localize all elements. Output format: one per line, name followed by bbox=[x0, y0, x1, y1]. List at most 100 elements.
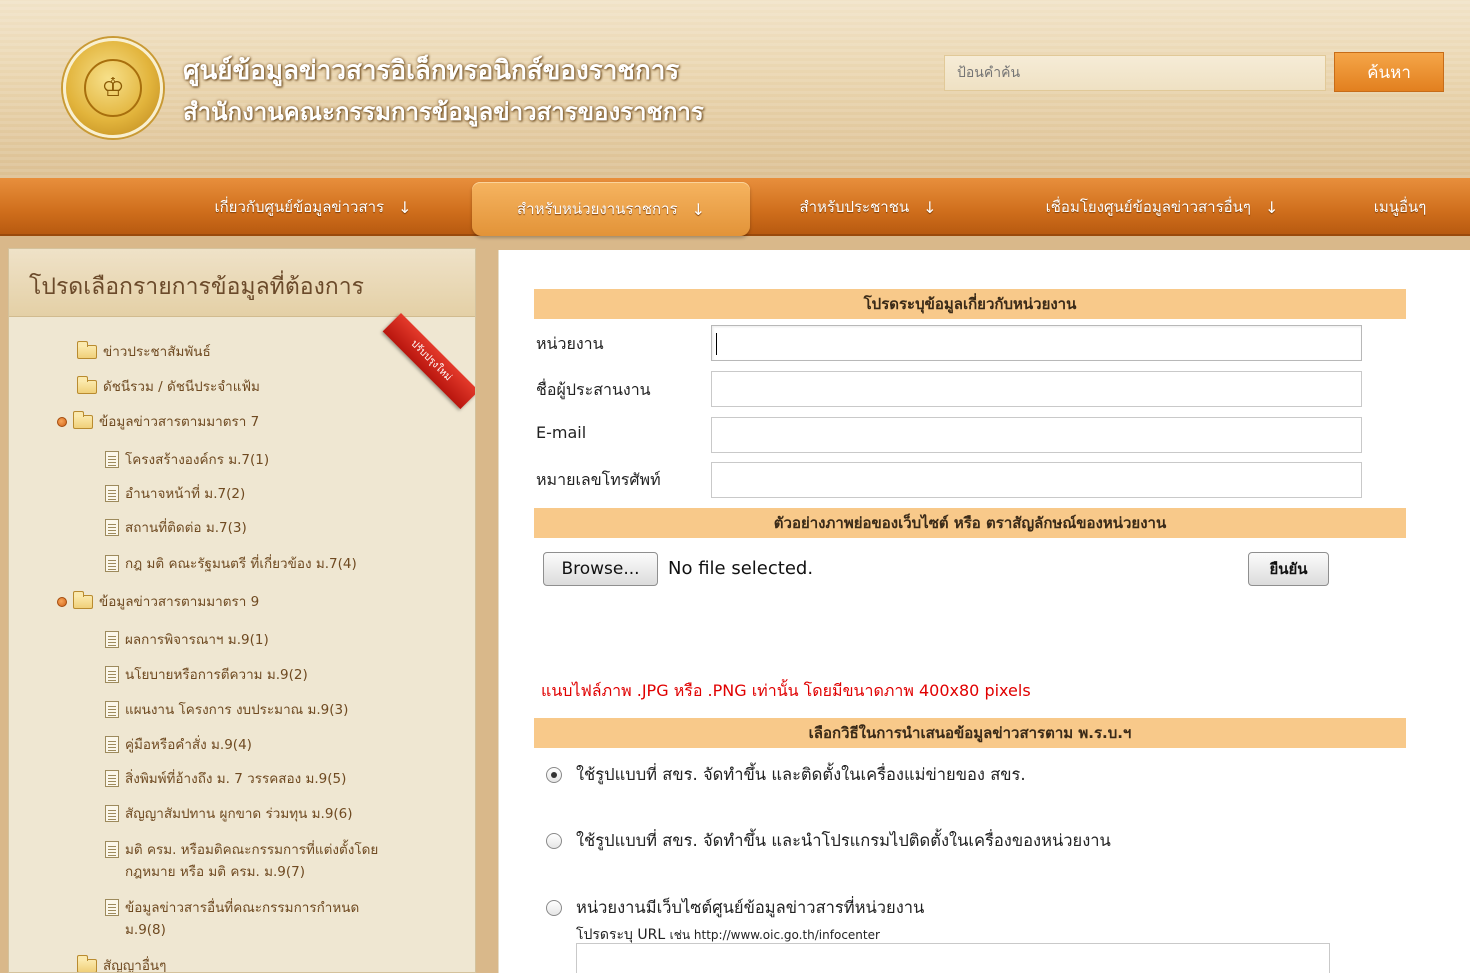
sidebar-item-label: ข้อมูลข่าวสารตามมาตรา 9 bbox=[99, 594, 260, 610]
section-logo-thumbnail: ตัวอย่างภาพย่อของเว็บไซต์ หรือ ตราสัญลัก… bbox=[534, 508, 1406, 538]
sidebar-item-9-2[interactable]: นโยบายหรือการตีความ ม.9(2) bbox=[105, 664, 308, 686]
sidebar-header: โปรดเลือกรายการข้อมูลที่ต้องการ bbox=[9, 249, 475, 317]
nav-item-about[interactable]: เกี่ยวกับศูนย์ข้อมูลข่าวสาร ↓ bbox=[168, 178, 458, 236]
sidebar-item-label: มติ ครม. หรือมติคณะกรรมการที่แต่งตั้งโดย bbox=[125, 842, 379, 858]
option-label: ใช้รูปแบบที่ สขร. จัดทำขึ้น และนำโปรแกรม… bbox=[576, 831, 1111, 850]
sidebar-item-9-1[interactable]: ผลการพิจารณาฯ ม.9(1) bbox=[105, 629, 269, 651]
option-install-at-agency[interactable]: ใช้รูปแบบที่ สขร. จัดทำขึ้น และนำโปรแกรม… bbox=[546, 828, 1111, 854]
section-presentation-method: เลือกวิธีในการนำเสนอข้อมูลข่าวสารตาม พ.ร… bbox=[534, 718, 1406, 748]
expand-bullet-icon bbox=[57, 417, 67, 427]
agency-input[interactable] bbox=[711, 325, 1362, 361]
sidebar-item-other-contracts[interactable]: สัญญาอื่นๆ bbox=[77, 955, 166, 972]
site-subtitle: สำนักงานคณะกรรมการข้อมูลข่าวสารของราชการ bbox=[183, 98, 704, 126]
confirm-button[interactable]: ยืนยัน bbox=[1248, 552, 1329, 586]
sidebar-item-label: กฎ มติ คณะรัฐมนตรี ที่เกี่ยวข้อง ม.7(4) bbox=[125, 556, 357, 572]
file-status-text: No file selected. bbox=[668, 558, 814, 579]
nav-item-label: เกี่ยวกับศูนย์ข้อมูลข่าวสาร bbox=[214, 198, 385, 216]
option-label: ใช้รูปแบบที่ สขร. จัดทำขึ้น และติดตั้งใน… bbox=[576, 765, 1026, 784]
folder-open-icon bbox=[77, 341, 97, 359]
folder-open-icon bbox=[77, 376, 97, 394]
sidebar-item-9-3[interactable]: แผนงาน โครงการ งบประมาณ ม.9(3) bbox=[105, 699, 348, 721]
image-requirement-note: แนบไฟล์ภาพ .JPG หรือ .PNG เท่านั้น โดยมี… bbox=[541, 681, 1031, 700]
sidebar-item-label: สัญญาสัมปทาน ผูกขาด ร่วมทุน ม.9(6) bbox=[125, 806, 353, 822]
document-icon bbox=[105, 701, 119, 718]
document-icon bbox=[105, 631, 119, 648]
document-icon bbox=[105, 485, 119, 502]
option-own-website[interactable]: หน่วยงานมีเว็บไซต์ศูนย์ข้อมูลข่าวสารที่ห… bbox=[546, 895, 924, 921]
sidebar-item-index[interactable]: ดัชนีรวม / ดัชนีประจำแฟ้ม bbox=[77, 376, 260, 398]
radio-button[interactable] bbox=[546, 833, 562, 849]
government-seal-logo[interactable]: ♔ bbox=[63, 38, 163, 138]
search-input[interactable] bbox=[944, 55, 1326, 91]
sidebar-item-label: คู่มือหรือคำสั่ง ม.9(4) bbox=[125, 737, 252, 753]
arrow-down-icon: ↓ bbox=[1264, 197, 1279, 217]
email-label: E-mail bbox=[536, 423, 587, 442]
site-header: ♔ ศูนย์ข้อมูลข่าวสารอิเล็กทรอนิกส์ของราช… bbox=[0, 0, 1470, 178]
arrow-down-icon: ↓ bbox=[398, 197, 412, 217]
sidebar-item-9-5[interactable]: สิ่งพิมพ์ที่อ้างถึง ม. 7 วรรคสอง ม.9(5) bbox=[105, 768, 346, 790]
section-agency-info: โปรดระบุข้อมูลเกี่ยวกับหน่วยงาน bbox=[534, 289, 1406, 319]
sidebar-item-9-8[interactable]: ข้อมูลข่าวสารอื่นที่คณะกรรมการกำหนด ม.9(… bbox=[105, 897, 359, 941]
nav-item-other-menus[interactable]: เมนูอื่นๆ bbox=[1350, 178, 1450, 236]
agency-label: หน่วยงาน bbox=[536, 334, 604, 353]
document-icon bbox=[105, 899, 119, 916]
arrow-down-icon: ↓ bbox=[923, 197, 937, 217]
document-icon bbox=[105, 805, 119, 822]
radio-button[interactable] bbox=[546, 900, 562, 916]
folder-open-icon bbox=[77, 955, 97, 972]
document-icon bbox=[105, 555, 119, 572]
sidebar-item-text: ข้อมูลข่าวสารอื่นที่คณะกรรมการกำหนด ม.9(… bbox=[125, 897, 359, 941]
document-icon bbox=[105, 451, 119, 468]
sidebar-item-7-2[interactable]: อำนาจหน้าที่ ม.7(2) bbox=[105, 483, 245, 505]
sidebar-item-label: อำนาจหน้าที่ ม.7(2) bbox=[125, 486, 246, 502]
document-icon bbox=[105, 770, 119, 787]
sidebar-item-news[interactable]: ข่าวประชาสัมพันธ์ bbox=[77, 341, 211, 363]
sidebar-item-9-7[interactable]: มติ ครม. หรือมติคณะกรรมการที่แต่งตั้งโดย… bbox=[105, 839, 378, 883]
document-icon bbox=[105, 841, 119, 858]
coordinator-label: ชื่อผู้ประสานงาน bbox=[536, 380, 651, 399]
sidebar: โปรดเลือกรายการข้อมูลที่ต้องการ ปรับปรุง… bbox=[8, 248, 476, 973]
sidebar-item-7-1[interactable]: โครงสร้างองค์กร ม.7(1) bbox=[105, 449, 269, 471]
option-hosted-by-oic[interactable]: ใช้รูปแบบที่ สขร. จัดทำขึ้น และติดตั้งใน… bbox=[546, 762, 1026, 788]
folder-open-icon bbox=[73, 591, 93, 609]
arrow-down-icon: ↓ bbox=[691, 199, 706, 219]
nav-item-public[interactable]: สำหรับประชาชน ↓ bbox=[768, 178, 968, 236]
main-nav: เกี่ยวกับศูนย์ข้อมูลข่าวสาร ↓ สำหรับหน่ว… bbox=[0, 178, 1470, 236]
sidebar-item-9-6[interactable]: สัญญาสัมปทาน ผูกขาด ร่วมทุน ม.9(6) bbox=[105, 803, 353, 825]
sidebar-item-label: สิ่งพิมพ์ที่อ้างถึง ม. 7 วรรคสอง ม.9(5) bbox=[125, 771, 347, 787]
radio-button-checked[interactable] bbox=[546, 767, 562, 783]
sidebar-item-text: มติ ครม. หรือมติคณะกรรมการที่แต่งตั้งโดย… bbox=[125, 839, 378, 883]
nav-item-other-centers[interactable]: เชื่อมโยงศูนย์ข้อมูลข่าวสารอื่นๆ ↓ bbox=[992, 178, 1332, 236]
sidebar-item-7-4[interactable]: กฎ มติ คณะรัฐมนตรี ที่เกี่ยวข้อง ม.7(4) bbox=[105, 553, 357, 575]
document-icon bbox=[105, 736, 119, 753]
sidebar-item-section9[interactable]: ข้อมูลข่าวสารตามมาตรา 9 bbox=[57, 591, 259, 613]
document-icon bbox=[105, 666, 119, 683]
url-hint-label: โปรดระบุ URL bbox=[576, 927, 666, 943]
site-title: ศูนย์ข้อมูลข่าวสารอิเล็กทรอนิกส์ของราชกา… bbox=[183, 56, 680, 86]
url-input[interactable] bbox=[576, 943, 1330, 973]
sidebar-item-7-3[interactable]: สถานที่ติดต่อ ม.7(3) bbox=[105, 517, 247, 539]
nav-item-label: เมนูอื่นๆ bbox=[1373, 198, 1427, 216]
phone-label: หมายเลขโทรศัพท์ bbox=[536, 470, 661, 489]
seal-emblem-icon: ♔ bbox=[84, 59, 142, 117]
sidebar-item-label: โครงสร้างองค์กร ม.7(1) bbox=[125, 452, 270, 468]
email-input[interactable] bbox=[711, 417, 1362, 453]
nav-item-label: เชื่อมโยงศูนย์ข้อมูลข่าวสารอื่นๆ bbox=[1045, 198, 1251, 216]
coordinator-input[interactable] bbox=[711, 371, 1362, 407]
nav-item-government-agencies[interactable]: สำหรับหน่วยงานราชการ ↓ bbox=[472, 182, 750, 236]
sidebar-item-9-4[interactable]: คู่มือหรือคำสั่ง ม.9(4) bbox=[105, 734, 252, 756]
sidebar-item-label-line2: กฎหมาย หรือ มติ ครม. ม.9(7) bbox=[125, 864, 305, 880]
sidebar-item-label-line2: ม.9(8) bbox=[125, 922, 166, 938]
new-update-ribbon: ปรับปรุงใหม่ bbox=[382, 313, 475, 410]
sidebar-item-section7[interactable]: ข้อมูลข่าวสารตามมาตรา 7 bbox=[57, 411, 259, 433]
sidebar-item-label: ข้อมูลข่าวสารอื่นที่คณะกรรมการกำหนด bbox=[125, 900, 360, 916]
browse-button[interactable]: Browse... bbox=[543, 552, 658, 586]
sidebar-title: โปรดเลือกรายการข้อมูลที่ต้องการ bbox=[29, 274, 365, 300]
sidebar-item-label: ผลการพิจารณาฯ ม.9(1) bbox=[125, 632, 269, 648]
expand-bullet-icon bbox=[57, 597, 67, 607]
sidebar-item-label: ดัชนีรวม / ดัชนีประจำแฟ้ม bbox=[103, 379, 260, 395]
phone-input[interactable] bbox=[711, 462, 1362, 498]
option-label: หน่วยงานมีเว็บไซต์ศูนย์ข้อมูลข่าวสารที่ห… bbox=[576, 898, 925, 917]
search-button[interactable]: ค้นหา bbox=[1334, 52, 1444, 92]
text-caret bbox=[716, 333, 717, 355]
